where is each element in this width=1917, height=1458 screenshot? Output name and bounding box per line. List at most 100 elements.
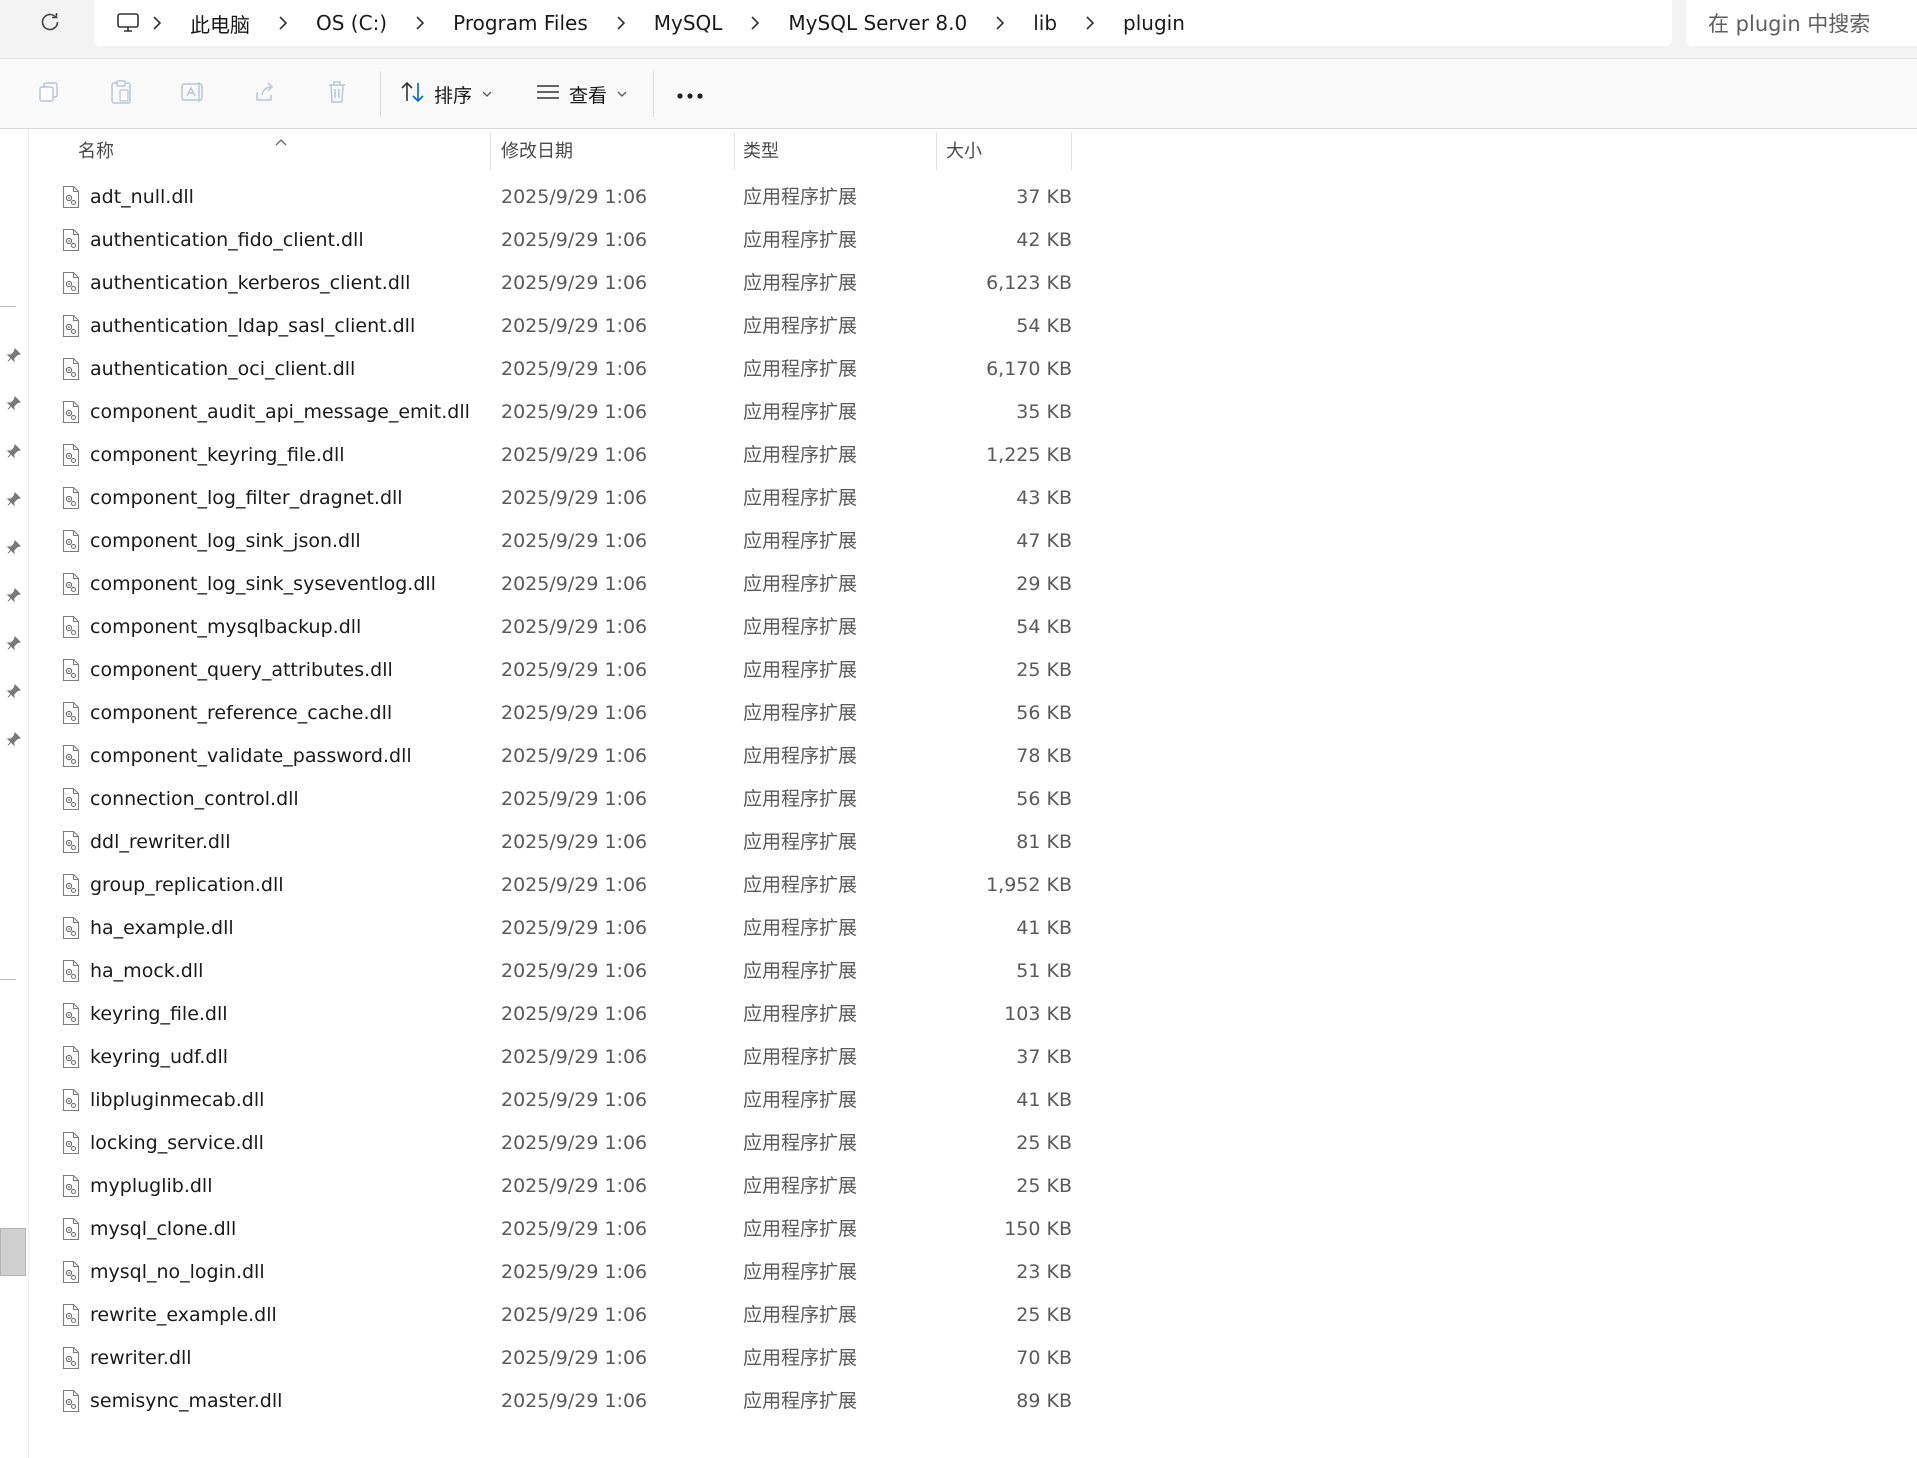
- breadcrumb-item-plugin[interactable]: plugin: [1105, 0, 1203, 46]
- rename-button[interactable]: [176, 77, 210, 111]
- file-row[interactable]: component_query_attributes.dll 2025/9/29 …: [30, 649, 1072, 692]
- column-separator[interactable]: [936, 132, 937, 170]
- file-row[interactable]: component_log_filter_dragnet.dll 2025/9/2…: [30, 477, 1072, 520]
- file-row[interactable]: rewriter.dll 2025/9/29 1:06 应用程序扩展 70 KB: [30, 1337, 1072, 1380]
- file-row[interactable]: component_audit_api_message_emit.dll 2025…: [30, 391, 1072, 434]
- file-modified-date: 2025/9/29 1:06: [501, 1218, 648, 1240]
- file-row[interactable]: connection_control.dll 2025/9/29 1:06 应用程序…: [30, 778, 1072, 821]
- file-name: component_audit_api_message_emit.dll: [90, 401, 470, 423]
- file-row[interactable]: semisync_master.dll 2025/9/29 1:06 应用程序扩展 8…: [30, 1380, 1072, 1423]
- file-row[interactable]: authentication_oci_client.dll 2025/9/29 1…: [30, 348, 1072, 391]
- breadcrumb-item-this-pc[interactable]: 此电脑: [172, 0, 268, 46]
- column-header-size[interactable]: 大小: [946, 130, 1066, 170]
- chevron-right-icon[interactable]: [740, 16, 770, 30]
- file-row[interactable]: component_log_sink_syseventlog.dll 2025/9…: [30, 563, 1072, 606]
- dll-file-icon: [62, 1088, 80, 1112]
- dll-file-icon: [62, 744, 80, 768]
- nav-scrollbar-thumb[interactable]: [0, 1228, 26, 1276]
- file-row[interactable]: component_mysqlbackup.dll 2025/9/29 1:06 应…: [30, 606, 1072, 649]
- file-row[interactable]: component_validate_password.dll 2025/9/29…: [30, 735, 1072, 778]
- file-row[interactable]: locking_service.dll 2025/9/29 1:06 应用程序扩展 2…: [30, 1122, 1072, 1165]
- paste-button[interactable]: [104, 77, 138, 111]
- file-modified-date: 2025/9/29 1:06: [501, 831, 648, 853]
- breadcrumb[interactable]: 此电脑 OS (C:) Program Files MySQL MySQL Se…: [94, 0, 1672, 46]
- breadcrumb-item-mysql-server[interactable]: MySQL Server 8.0: [770, 0, 985, 46]
- pin-icon[interactable]: [6, 587, 22, 603]
- chevron-down-icon: [482, 88, 492, 101]
- file-row[interactable]: authentication_ldap_sasl_client.dll 2025/…: [30, 305, 1072, 348]
- pin-icon[interactable]: [6, 683, 22, 699]
- view-dropdown[interactable]: 查看: [535, 75, 627, 113]
- column-separator[interactable]: [1071, 132, 1072, 170]
- file-row[interactable]: mypluglib.dll 2025/9/29 1:06 应用程序扩展 25 KB: [30, 1165, 1072, 1208]
- file-row[interactable]: group_replication.dll 2025/9/29 1:06 应用程序扩…: [30, 864, 1072, 907]
- file-size: 54 KB: [1016, 616, 1072, 638]
- pin-icon[interactable]: [6, 539, 22, 555]
- file-row[interactable]: mysql_no_login.dll 2025/9/29 1:06 应用程序扩展 23…: [30, 1251, 1072, 1294]
- file-row[interactable]: authentication_fido_client.dll 2025/9/29 …: [30, 219, 1072, 262]
- column-header-type[interactable]: 类型: [743, 130, 933, 170]
- file-row[interactable]: ha_mock.dll 2025/9/29 1:06 应用程序扩展 51 KB: [30, 950, 1072, 993]
- share-button[interactable]: [248, 77, 282, 111]
- sort-dropdown[interactable]: 排序: [400, 75, 492, 113]
- file-row[interactable]: keyring_udf.dll 2025/9/29 1:06 应用程序扩展 37 KB: [30, 1036, 1072, 1079]
- file-name: keyring_file.dll: [90, 1003, 228, 1025]
- pin-icon[interactable]: [6, 491, 22, 507]
- column-separator[interactable]: [490, 132, 491, 170]
- search-input[interactable]: 在 plugin 中搜索: [1686, 0, 1917, 46]
- file-size: 6,170 KB: [986, 358, 1072, 380]
- breadcrumb-item-drive[interactable]: OS (C:): [298, 0, 405, 46]
- file-row[interactable]: component_reference_cache.dll 2025/9/29 1…: [30, 692, 1072, 735]
- file-type: 应用程序扩展: [743, 487, 858, 509]
- column-separator[interactable]: [734, 132, 735, 170]
- dll-file-icon: [62, 1389, 80, 1413]
- more-options-button[interactable]: [672, 77, 708, 111]
- file-type: 应用程序扩展: [743, 1347, 858, 1369]
- chevron-right-icon[interactable]: [1075, 16, 1105, 30]
- chevron-right-icon[interactable]: [142, 16, 172, 30]
- file-modified-date: 2025/9/29 1:06: [501, 1089, 648, 1111]
- copy-button[interactable]: [32, 77, 66, 111]
- file-row[interactable]: rewrite_example.dll 2025/9/29 1:06 应用程序扩展 2…: [30, 1294, 1072, 1337]
- toolbar-divider: [653, 71, 654, 117]
- chevron-right-icon[interactable]: [606, 16, 636, 30]
- file-type: 应用程序扩展: [743, 358, 858, 380]
- chevron-right-icon[interactable]: [268, 16, 298, 30]
- navigation-pane[interactable]: [0, 129, 29, 1458]
- pin-icon[interactable]: [6, 635, 22, 651]
- file-size: 6,123 KB: [986, 272, 1072, 294]
- dll-file-icon: [62, 701, 80, 725]
- file-row[interactable]: mysql_clone.dll 2025/9/29 1:06 应用程序扩展 150 K…: [30, 1208, 1072, 1251]
- file-row[interactable]: libpluginmecab.dll 2025/9/29 1:06 应用程序扩展 41…: [30, 1079, 1072, 1122]
- this-pc-icon[interactable]: [114, 9, 142, 37]
- file-row[interactable]: component_log_sink_json.dll 2025/9/29 1:0…: [30, 520, 1072, 563]
- chevron-right-icon[interactable]: [985, 16, 1015, 30]
- refresh-button[interactable]: [32, 6, 68, 42]
- pin-icon[interactable]: [6, 347, 22, 363]
- file-name: component_mysqlbackup.dll: [90, 616, 362, 638]
- pin-icon[interactable]: [6, 443, 22, 459]
- chevron-right-icon[interactable]: [405, 16, 435, 30]
- pin-icon[interactable]: [6, 731, 22, 747]
- file-type: 应用程序扩展: [743, 1304, 858, 1326]
- file-type: 应用程序扩展: [743, 917, 858, 939]
- file-row[interactable]: ddl_rewriter.dll 2025/9/29 1:06 应用程序扩展 81 K…: [30, 821, 1072, 864]
- breadcrumb-item-program-files[interactable]: Program Files: [435, 0, 606, 46]
- delete-button[interactable]: [320, 77, 354, 111]
- breadcrumb-item-lib[interactable]: lib: [1015, 0, 1075, 46]
- file-row[interactable]: authentication_kerberos_client.dll 2025/9…: [30, 262, 1072, 305]
- pin-icon[interactable]: [6, 395, 22, 411]
- file-row[interactable]: adt_null.dll 2025/9/29 1:06 应用程序扩展 37 KB: [30, 176, 1072, 219]
- file-row[interactable]: component_keyring_file.dll 2025/9/29 1:06…: [30, 434, 1072, 477]
- file-size: 150 KB: [1004, 1218, 1072, 1240]
- file-name: mypluglib.dll: [90, 1175, 213, 1197]
- file-size: 41 KB: [1016, 917, 1072, 939]
- file-modified-date: 2025/9/29 1:06: [501, 702, 648, 724]
- file-type: 应用程序扩展: [743, 1218, 858, 1240]
- file-row[interactable]: keyring_file.dll 2025/9/29 1:06 应用程序扩展 103 …: [30, 993, 1072, 1036]
- column-header-date[interactable]: 修改日期: [501, 130, 741, 170]
- file-row[interactable]: ha_example.dll 2025/9/29 1:06 应用程序扩展 41 KB: [30, 907, 1072, 950]
- breadcrumb-item-mysql[interactable]: MySQL: [636, 0, 741, 46]
- command-bar: 排序 查看: [0, 59, 1917, 129]
- file-size: 37 KB: [1016, 1046, 1072, 1068]
